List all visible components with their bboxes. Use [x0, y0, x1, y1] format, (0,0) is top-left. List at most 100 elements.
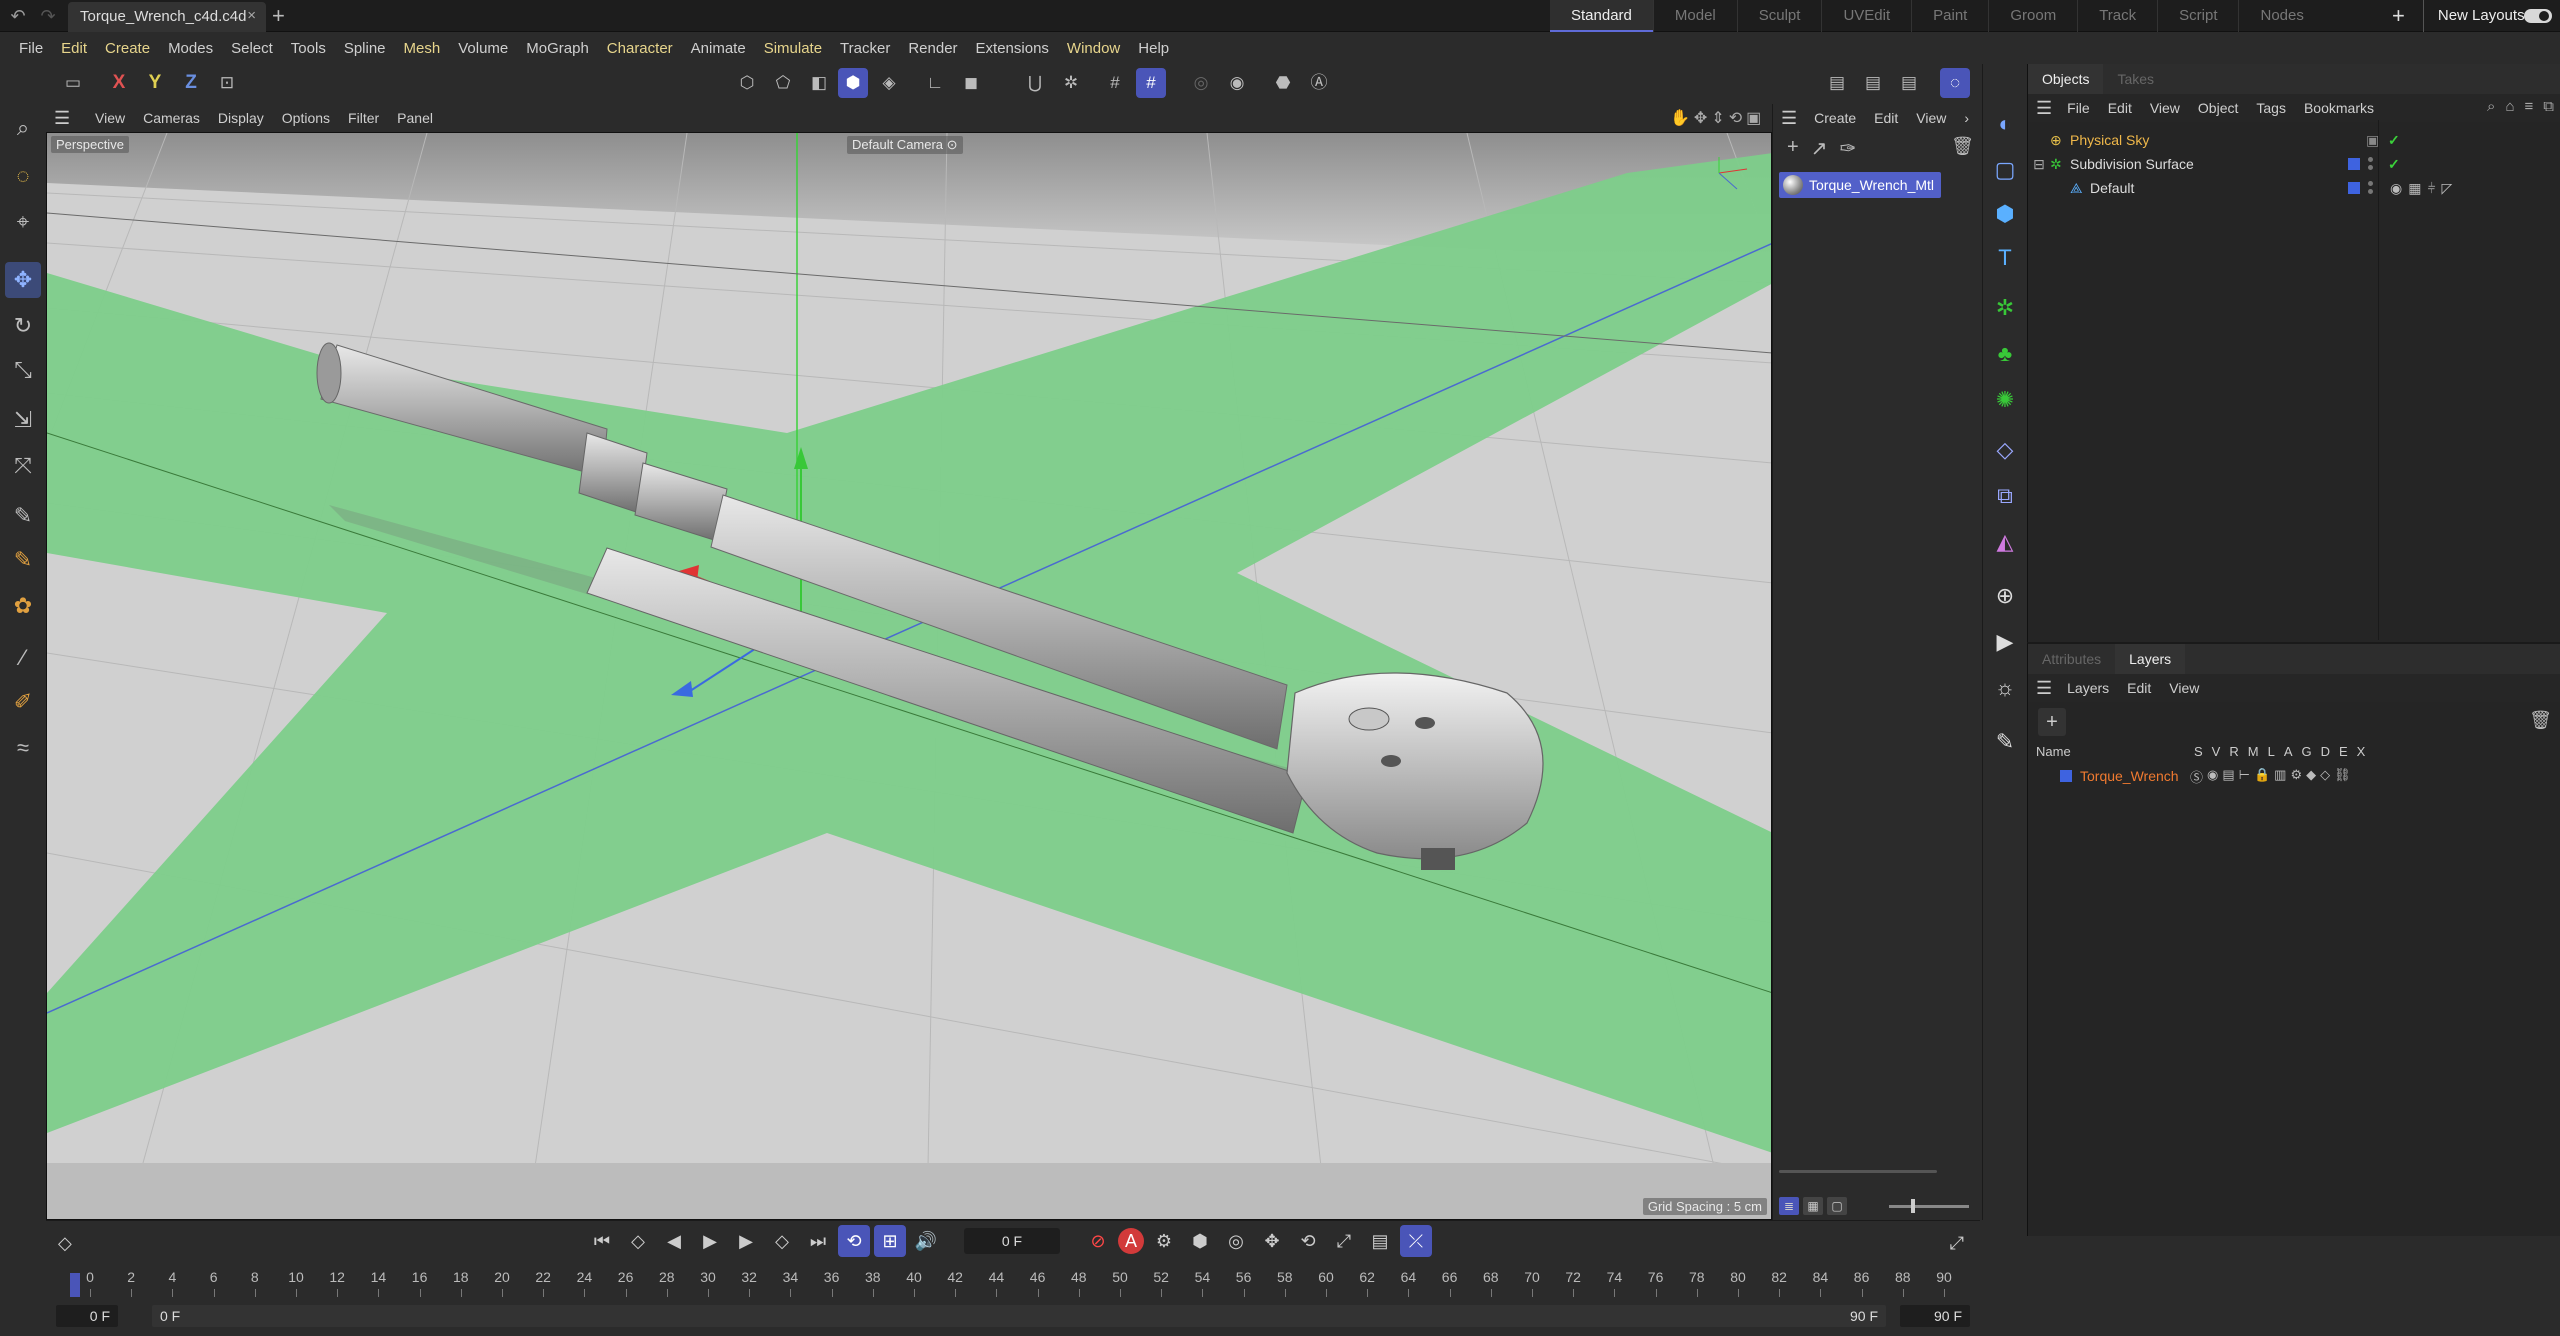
- phong-tag-icon[interactable]: ⫩: [2427, 180, 2435, 197]
- axis-mode-icon[interactable]: ∟: [920, 68, 950, 98]
- menu-item[interactable]: Mesh: [395, 40, 450, 57]
- material-menu-item[interactable]: Edit: [1865, 110, 1907, 126]
- layer-color-swatch[interactable]: [2060, 770, 2072, 782]
- add-layer-button[interactable]: +: [2038, 708, 2066, 736]
- new-layouts-button[interactable]: New Layouts: [2422, 0, 2525, 32]
- scale-key-icon[interactable]: ⤢: [1328, 1225, 1360, 1257]
- layout-tab[interactable]: Standard: [1550, 0, 1653, 32]
- new-window-icon[interactable]: ⧉: [2543, 98, 2554, 115]
- plane-object-icon[interactable]: ▢: [1987, 152, 2023, 188]
- large-view-icon[interactable]: ▢: [1827, 1197, 1847, 1215]
- camera-object-icon[interactable]: ◐: [1987, 106, 2023, 142]
- position-key-icon[interactable]: ✥: [1256, 1225, 1288, 1257]
- layers-menu-item[interactable]: Edit: [2118, 680, 2160, 696]
- playback-mode-icon[interactable]: ⊞: [874, 1225, 906, 1257]
- add-tab-button[interactable]: +: [272, 3, 285, 29]
- menu-item[interactable]: Extensions: [967, 40, 1058, 57]
- eyedropper-icon[interactable]: ✑: [1839, 136, 1856, 161]
- objects-menu-item[interactable]: Object: [2189, 100, 2247, 116]
- rotation-key-icon[interactable]: ⟲: [1292, 1225, 1324, 1257]
- uvw-tag-icon[interactable]: ▦: [2408, 180, 2421, 197]
- layout-tab[interactable]: Script: [2157, 0, 2238, 32]
- objects-menu-item[interactable]: Tags: [2247, 100, 2295, 116]
- next-key-icon[interactable]: ◇: [766, 1225, 798, 1257]
- viewport-menu-item[interactable]: Options: [273, 110, 339, 126]
- render-picture-viewer-icon[interactable]: ▤: [1858, 68, 1888, 98]
- menu-item[interactable]: Tools: [282, 40, 335, 57]
- add-layout-button[interactable]: +: [2392, 0, 2405, 32]
- layer-column-header[interactable]: D: [2321, 744, 2330, 759]
- layers-hamburger-icon[interactable]: ☰: [2036, 678, 2052, 699]
- material-hamburger-icon[interactable]: ☰: [1781, 108, 1797, 129]
- render-settings-icon[interactable]: ◉: [1222, 68, 1252, 98]
- render-toggle-icon[interactable]: ▤: [2222, 767, 2234, 786]
- brush-icon[interactable]: ⁄: [5, 640, 41, 676]
- mograph-icon[interactable]: ◭: [1987, 524, 2023, 560]
- viewport-render-icon[interactable]: ⬣: [1268, 68, 1298, 98]
- viewport-menu-item[interactable]: Panel: [388, 110, 442, 126]
- objects-menu-item[interactable]: Edit: [2099, 100, 2141, 116]
- previous-key-icon[interactable]: ◇: [622, 1225, 654, 1257]
- material-trash-icon[interactable]: 🗑: [1951, 136, 1974, 157]
- keyframe-icon[interactable]: ◇: [58, 1233, 72, 1254]
- close-tab-icon[interactable]: ×: [247, 7, 256, 24]
- text-object-icon[interactable]: T: [1987, 240, 2023, 276]
- field-icon[interactable]: ◇: [1987, 432, 2023, 468]
- edges-mode-icon[interactable]: ⬠: [768, 68, 798, 98]
- subdivision-icon[interactable]: ✲: [1987, 290, 2023, 326]
- end-frame-field[interactable]: 90 F: [1900, 1305, 1970, 1327]
- edit-render-settings-icon[interactable]: ▤: [1894, 68, 1924, 98]
- layer-column-header[interactable]: M: [2248, 744, 2259, 759]
- layer-color-swatch[interactable]: [2348, 158, 2360, 170]
- layer-column-header[interactable]: V: [2212, 744, 2221, 759]
- live-selection-icon[interactable]: ⌖: [5, 204, 41, 240]
- menu-item[interactable]: Modes: [159, 40, 222, 57]
- layer-column-header[interactable]: X: [2357, 744, 2366, 759]
- new-material-icon[interactable]: +: [1787, 136, 1799, 161]
- viewport-menu-item[interactable]: Filter: [339, 110, 388, 126]
- light-icon[interactable]: ☼: [1987, 670, 2023, 706]
- layer-column-header[interactable]: R: [2229, 744, 2238, 759]
- previous-frame-icon[interactable]: ◀: [658, 1225, 690, 1257]
- objects-menu-item[interactable]: Bookmarks: [2295, 100, 2383, 116]
- timeline-ruler[interactable]: 0 2 4 6 8 10 12 14 16 18 20 22 24 26 28 30 32 34 36 38 40 42 4…: [70, 1269, 1964, 1299]
- point-level-icon[interactable]: ⤫: [1400, 1225, 1432, 1257]
- polygons-mode-icon[interactable]: ◧: [804, 68, 834, 98]
- tab-objects[interactable]: Objects: [2028, 64, 2104, 94]
- camera-label[interactable]: Default Camera ⊙: [847, 136, 963, 154]
- camera-icon[interactable]: ▶: [1987, 624, 2023, 660]
- material-item[interactable]: Torque_Wrench_Mtl: [1779, 172, 1941, 198]
- axis-z-button[interactable]: Z: [176, 68, 206, 98]
- snap-icon[interactable]: ⋃: [1020, 68, 1050, 98]
- material-tag-icon[interactable]: ◉: [2390, 180, 2402, 197]
- layers-menu-item[interactable]: Layers: [2058, 680, 2118, 696]
- menu-item[interactable]: Volume: [449, 40, 517, 57]
- apply-material-icon[interactable]: ↗: [1811, 136, 1828, 161]
- grid-icon[interactable]: #: [1100, 68, 1130, 98]
- objects-hamburger-icon[interactable]: ☰: [2036, 98, 2052, 119]
- rotate-tool-icon[interactable]: ↻: [5, 308, 41, 344]
- workplane-snap-icon[interactable]: #: [1136, 68, 1166, 98]
- viewport-menu-item[interactable]: View: [86, 110, 134, 126]
- material-menu-item[interactable]: View: [1907, 110, 1955, 126]
- transfer-tool-icon[interactable]: ⇲: [5, 402, 41, 438]
- deformer-icon[interactable]: ✺: [1987, 382, 2023, 418]
- search-icon[interactable]: ⌕: [5, 110, 41, 146]
- autokey-button[interactable]: A: [1118, 1228, 1144, 1254]
- viewport-menu-item[interactable]: Cameras: [134, 110, 209, 126]
- null-object-icon[interactable]: ⧉: [1987, 478, 2023, 514]
- layer-column-header[interactable]: E: [2339, 744, 2348, 759]
- objects-menu-item[interactable]: File: [2058, 100, 2099, 116]
- redshift-icon[interactable]: ◌: [1940, 68, 1970, 98]
- sky-icon[interactable]: ⊕: [1987, 578, 2023, 614]
- scale-tool-icon[interactable]: ⤡: [5, 352, 41, 388]
- range-slider[interactable]: 0 F 90 F: [152, 1305, 1886, 1327]
- placement-tool-icon[interactable]: ⤧: [5, 448, 41, 484]
- theme-toggle[interactable]: [2524, 9, 2552, 23]
- cloner-icon[interactable]: ♣: [1987, 336, 2023, 372]
- tab-takes[interactable]: Takes: [2103, 64, 2168, 94]
- layers-menu-item[interactable]: View: [2160, 680, 2208, 696]
- keying-mode-icon[interactable]: ◎: [1220, 1225, 1252, 1257]
- animation-toggle-icon[interactable]: ▥: [2274, 767, 2286, 786]
- edit-icon[interactable]: ✎: [1987, 724, 2023, 760]
